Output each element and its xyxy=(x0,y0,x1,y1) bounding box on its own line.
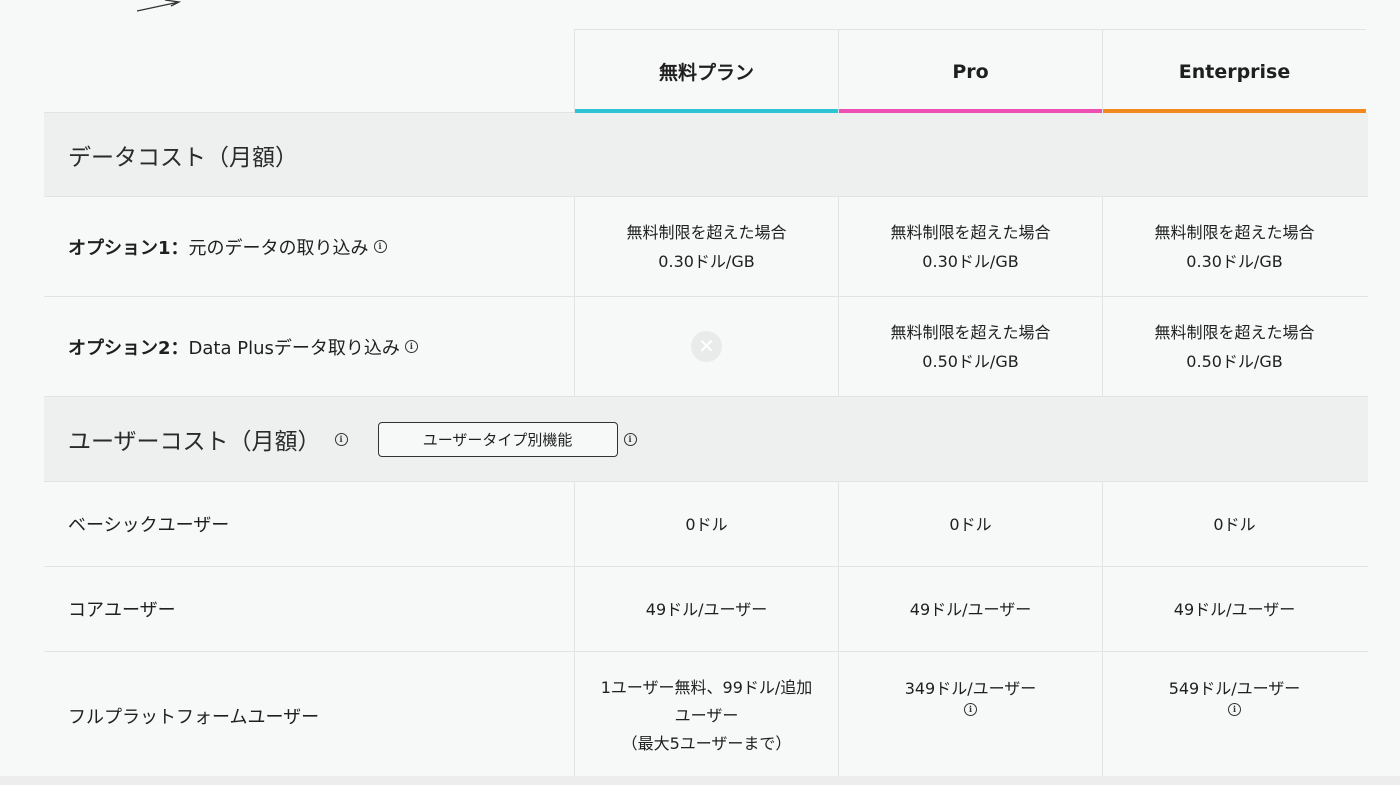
price-cell: 無料制限を超えた場合 0.30ドル/GB xyxy=(838,197,1102,296)
section-user-cost: ユーザーコスト（月額） i ユーザータイプ別機能 i xyxy=(44,397,1368,482)
table-row: ベーシックユーザー 0ドル 0ドル 0ドル xyxy=(44,482,1368,567)
bottom-edge xyxy=(0,776,1400,785)
table-row: オプション2： Data Plusデータ取り込み i ✕ 無料制限を超えた場合 … xyxy=(44,297,1368,397)
row-label: オプション1： 元のデータの取り込み i xyxy=(44,197,574,296)
row-label: フルプラットフォームユーザー xyxy=(68,706,320,728)
plan-header-row: 無料プラン Pro Enterprise xyxy=(44,29,1368,113)
info-icon[interactable]: i xyxy=(1228,703,1241,716)
plan-accent-bar xyxy=(575,109,838,113)
section-data-cost: データコスト（月額） xyxy=(44,113,1368,197)
info-icon[interactable]: i xyxy=(964,703,977,716)
user-type-features-button[interactable]: ユーザータイプ別機能 xyxy=(377,421,618,457)
price-cell: 無料制限を超えた場合 0.30ドル/GB xyxy=(574,197,838,296)
price-cell: 49ドル/ユーザー xyxy=(838,567,1102,651)
price-cell: 0ドル xyxy=(574,482,838,566)
plan-header-enterprise: Enterprise xyxy=(1102,29,1366,113)
plan-header-free: 無料プラン xyxy=(574,29,838,113)
info-icon[interactable]: i xyxy=(623,432,637,446)
price-cell: 無料制限を超えた場合 0.30ドル/GB xyxy=(1102,197,1366,296)
section-title: ユーザーコスト（月額） xyxy=(68,429,321,455)
price-cell: 無料制限を超えた場合 0.50ドル/GB xyxy=(1102,297,1366,396)
info-icon[interactable]: i xyxy=(404,340,418,353)
price-cell: 無料制限を超えた場合 0.50ドル/GB xyxy=(838,297,1102,396)
price-cell: 549ドル/ユーザー i xyxy=(1102,652,1366,779)
info-icon[interactable]: i xyxy=(373,240,387,253)
price-cell: 0ドル xyxy=(1102,482,1366,566)
price-cell: 49ドル/ユーザー xyxy=(574,567,838,651)
plan-accent-bar xyxy=(839,109,1102,113)
price-cell: 49ドル/ユーザー xyxy=(1102,567,1366,651)
not-available-icon: ✕ xyxy=(691,331,722,362)
table-row: オプション1： 元のデータの取り込み i 無料制限を超えた場合 0.30ドル/G… xyxy=(44,197,1368,297)
pricing-table: 無料プラン Pro Enterprise データコスト（月額） オプション1： … xyxy=(44,29,1368,779)
plan-header-pro: Pro xyxy=(838,29,1102,113)
price-cell: 0ドル xyxy=(838,482,1102,566)
row-label: オプション2： Data Plusデータ取り込み i xyxy=(44,297,574,396)
plan-accent-bar xyxy=(1103,109,1366,113)
table-row: コアユーザー 49ドル/ユーザー 49ドル/ユーザー 49ドル/ユーザー xyxy=(44,567,1368,652)
info-icon[interactable]: i xyxy=(334,432,348,446)
price-cell: ✕ xyxy=(574,297,838,396)
row-label: ベーシックユーザー xyxy=(68,515,230,536)
arrow-doodle xyxy=(136,0,182,12)
row-label: コアユーザー xyxy=(68,600,176,621)
price-cell: 349ドル/ユーザー i xyxy=(838,652,1102,779)
section-title: データコスト（月額） xyxy=(68,144,298,171)
price-cell: 1ユーザー無料、99ドル/追加 ユーザー （最大5ユーザーまで） xyxy=(574,652,838,779)
table-row: フルプラットフォームユーザー 1ユーザー無料、99ドル/追加 ユーザー （最大5… xyxy=(44,652,1368,779)
